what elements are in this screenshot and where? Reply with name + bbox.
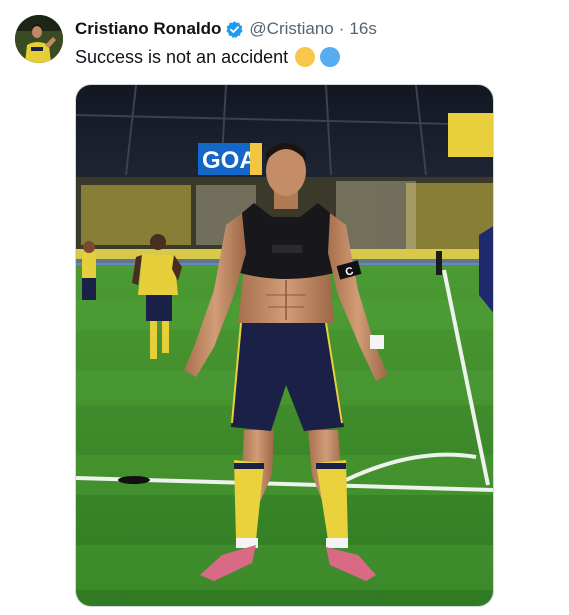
author-name[interactable]: Cristiano Ronaldo <box>75 18 221 40</box>
timestamp[interactable]: 16s <box>349 18 376 40</box>
blue-heart-emoji-icon <box>320 47 341 67</box>
tweet-header: Cristiano Ronaldo @Cristiano · 16s <box>75 18 377 40</box>
author-handle[interactable]: @Cristiano <box>249 18 333 40</box>
yellow-heart-emoji-icon <box>295 47 316 67</box>
scoreboard-text: GOA <box>202 147 257 174</box>
avatar[interactable] <box>15 15 63 63</box>
background-player-left <box>82 241 96 300</box>
tweet-text-content: Success is not an accident <box>75 47 289 67</box>
verified-badge-icon <box>225 20 244 39</box>
stadium-banner <box>448 113 493 157</box>
tweet-text: Success is not an accident <box>75 45 341 69</box>
wrist-band <box>370 335 384 349</box>
separator-dot: · <box>338 19 345 38</box>
tweet-photo[interactable]: GOA C <box>75 84 494 607</box>
scoreboard-accent <box>250 143 262 175</box>
tweet-card[interactable]: Cristiano Ronaldo @Cristiano · 16s Succe… <box>0 0 569 615</box>
sprinkler <box>118 476 150 484</box>
